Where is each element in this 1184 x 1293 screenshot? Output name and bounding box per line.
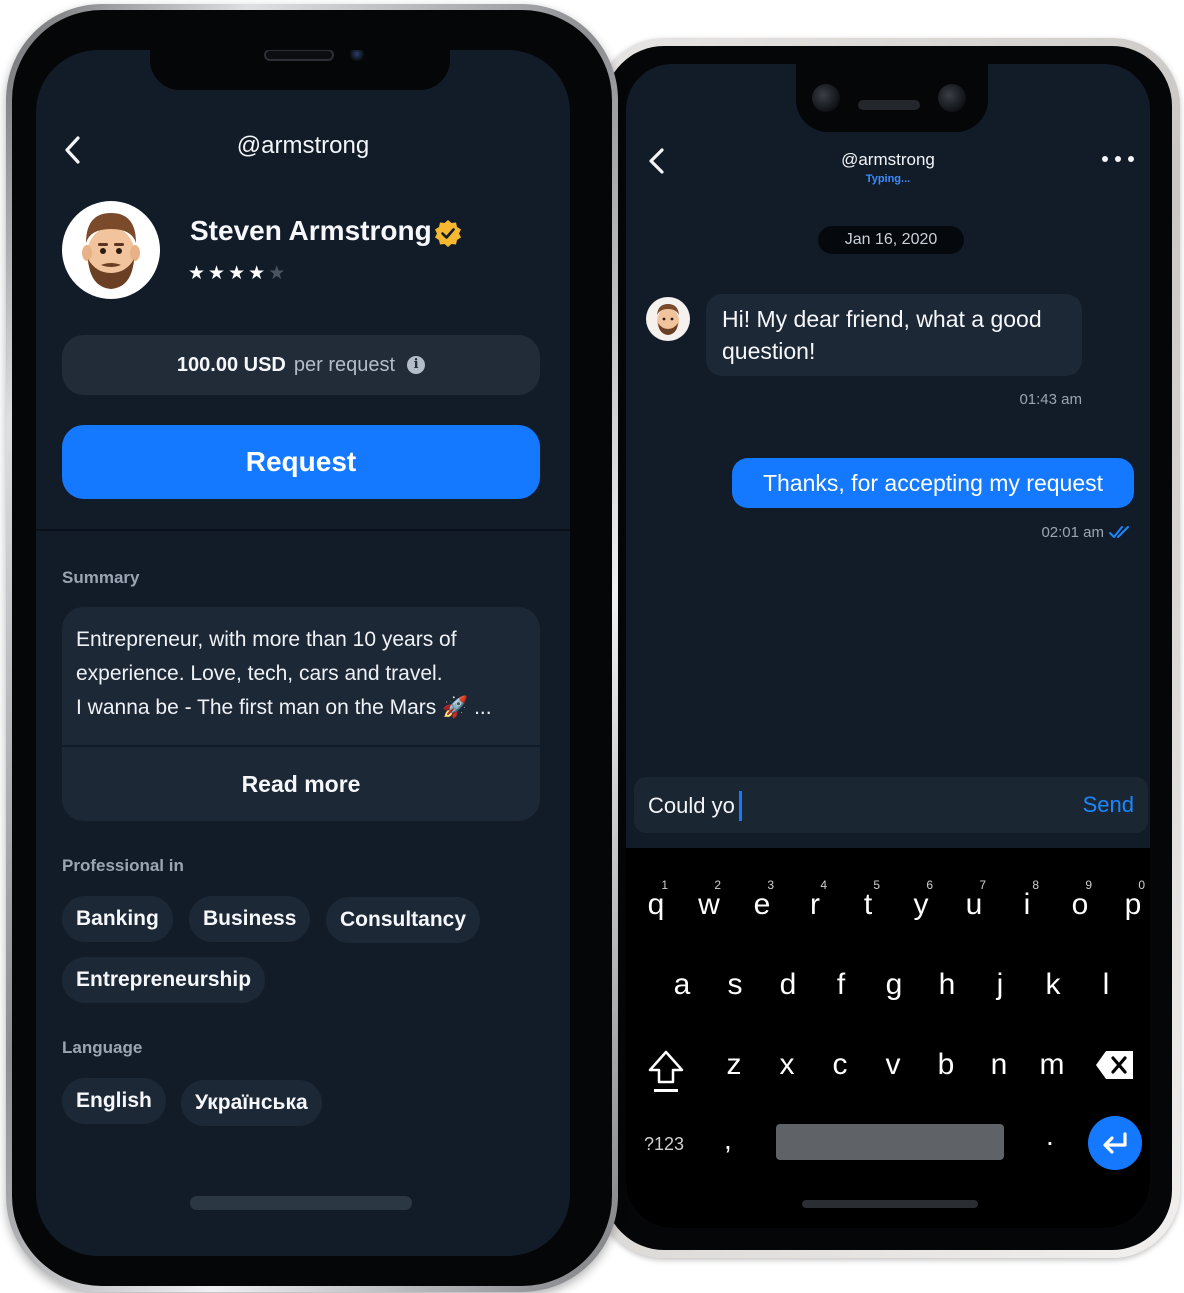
chat-handle: @armstrong <box>841 150 935 169</box>
avatar <box>62 201 160 299</box>
message-composer: Could yo Send <box>634 777 1148 833</box>
date-separator: Jan 16, 2020 <box>818 226 964 254</box>
key-a[interactable]: a <box>656 960 708 1022</box>
section-divider <box>36 529 570 531</box>
star-empty-icon: ★ <box>268 263 289 284</box>
profession-chip[interactable]: Business <box>189 896 311 942</box>
earpiece-speaker <box>858 100 920 110</box>
message-timestamp: 01:43 am <box>1019 391 1082 408</box>
comma-key[interactable]: , <box>724 1124 732 1156</box>
home-indicator <box>190 1196 412 1210</box>
key-o[interactable]: 9o <box>1054 866 1106 928</box>
key-j[interactable]: j <box>974 960 1026 1022</box>
key-k[interactable]: k <box>1027 960 1079 1022</box>
key-e[interactable]: 3e <box>736 866 788 928</box>
period-key[interactable]: . <box>1046 1120 1054 1152</box>
key-n[interactable]: n <box>973 1040 1025 1102</box>
key-p[interactable]: 0p <box>1107 866 1150 928</box>
earpiece-speaker <box>264 50 334 61</box>
profession-chip[interactable]: Banking <box>62 896 173 942</box>
star-filled-icon: ★ <box>188 263 209 284</box>
typing-status: Typing... <box>865 173 911 185</box>
key-f[interactable]: f <box>815 960 867 1022</box>
read-more-button[interactable]: Read more <box>62 747 540 821</box>
key-h[interactable]: h <box>921 960 973 1022</box>
outgoing-message-bubble[interactable]: Thanks, for accepting my request <box>732 458 1134 508</box>
key-w[interactable]: 2w <box>683 866 735 928</box>
profile-screen: @armstrong Steven Armstrong ★★★★★ 100.00… <box>36 50 570 1256</box>
double-check-icon <box>1109 526 1129 538</box>
rating-stars: ★★★★★ <box>188 262 288 285</box>
phone-bezel: @armstrong Typing... Jan 16, 2020 Hi! My… <box>604 46 1172 1250</box>
star-filled-icon: ★ <box>208 263 229 284</box>
home-indicator <box>802 1200 978 1208</box>
front-camera <box>350 50 364 61</box>
language-chip[interactable]: Українська <box>181 1080 322 1126</box>
message-timestamp: 02:01 am <box>1041 524 1104 541</box>
price-unit: per request <box>293 354 396 376</box>
key-i[interactable]: 8i <box>1001 866 1053 928</box>
language-heading: Language <box>62 1038 143 1057</box>
android-phone-frame: @armstrong Typing... Jan 16, 2020 Hi! My… <box>596 38 1180 1258</box>
key-l[interactable]: l <box>1080 960 1132 1022</box>
key-u[interactable]: 7u <box>948 866 1000 928</box>
key-q[interactable]: 1q <box>630 866 682 928</box>
price-info: 100.00 USD per request i <box>62 335 540 395</box>
professional-heading: Professional in <box>62 856 184 875</box>
shift-icon[interactable] <box>646 1048 686 1094</box>
keyboard: 1q 2w 3e 4r 5t 6y 7u 8i 9o 0p a s d f g … <box>626 848 1150 1228</box>
enter-arrow-icon <box>1103 1132 1127 1154</box>
verified-badge-icon <box>435 220 461 247</box>
key-m[interactable]: m <box>1026 1040 1078 1102</box>
summary-heading: Summary <box>62 568 140 587</box>
profile-handle: @armstrong <box>236 132 370 159</box>
language-chip[interactable]: English <box>62 1078 166 1124</box>
avatar <box>646 297 690 341</box>
front-camera <box>812 84 840 112</box>
more-options-icon[interactable] <box>1098 146 1138 170</box>
backspace-icon[interactable] <box>1094 1048 1136 1082</box>
chat-screen: @armstrong Typing... Jan 16, 2020 Hi! My… <box>626 64 1150 1228</box>
key-x[interactable]: x <box>761 1040 813 1102</box>
key-r[interactable]: 4r <box>789 866 841 928</box>
phone-notch <box>796 64 988 132</box>
star-filled-icon: ★ <box>248 263 269 284</box>
price-amount: 100.00 USD <box>176 354 286 376</box>
symbols-key[interactable]: ?123 <box>644 1134 684 1155</box>
summary-text: Entrepreneur, with more than 10 years of… <box>76 628 492 719</box>
key-z[interactable]: z <box>708 1040 760 1102</box>
enter-key[interactable] <box>1088 1116 1142 1170</box>
key-g[interactable]: g <box>868 960 920 1022</box>
message-input[interactable]: Could yo <box>648 791 742 821</box>
profession-chip[interactable]: Consultancy <box>326 897 481 943</box>
info-icon[interactable]: i <box>407 355 426 374</box>
front-camera <box>938 84 966 112</box>
profile-name: Steven Armstrong <box>190 215 432 246</box>
space-bar[interactable] <box>776 1124 1004 1160</box>
send-button[interactable]: Send <box>1083 790 1134 820</box>
key-v[interactable]: v <box>867 1040 919 1102</box>
key-c[interactable]: c <box>814 1040 866 1102</box>
profession-chip[interactable]: Entrepreneurship <box>62 957 266 1003</box>
key-d[interactable]: d <box>762 960 814 1022</box>
key-t[interactable]: 5t <box>842 866 894 928</box>
star-filled-icon: ★ <box>228 263 249 284</box>
summary-card: Entrepreneur, with more than 10 years of… <box>62 607 540 821</box>
memoji-avatar-icon <box>657 304 679 335</box>
incoming-message-bubble[interactable]: Hi! My dear friend, what a good question… <box>706 294 1082 376</box>
request-button[interactable]: Request <box>62 425 540 499</box>
iphone-frame: @armstrong Steven Armstrong ★★★★★ 100.00… <box>6 4 618 1292</box>
key-y[interactable]: 6y <box>895 866 947 928</box>
key-s[interactable]: s <box>709 960 761 1022</box>
key-b[interactable]: b <box>920 1040 972 1102</box>
phone-notch <box>150 50 450 90</box>
memoji-avatar-icon <box>82 213 140 289</box>
